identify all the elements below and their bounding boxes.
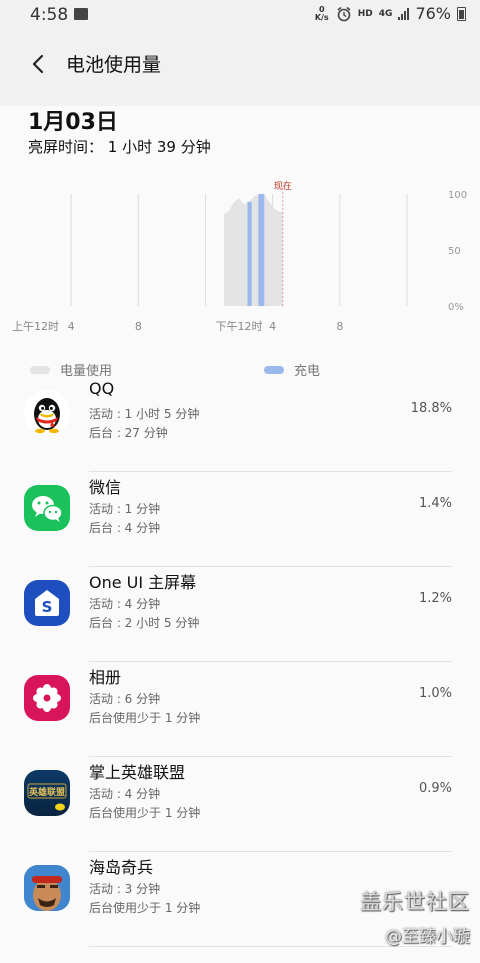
app-background-time: 后台使用少于 1 分钟 [89,806,201,820]
signal-icon [398,7,410,20]
app-active-time: 活动 : 3 分钟 [89,882,161,896]
now-label: 现在 [274,180,292,192]
y-tick-label: 0% [448,302,464,313]
app-name: 掌上英雄联盟 [89,763,186,782]
app-active-time: 活动 : 1 小时 5 分钟 [89,407,200,421]
battery-level-area [223,194,283,306]
x-tick-label: 上午12时 [12,320,59,333]
app-background-time: 后台使用少于 1 分钟 [89,711,201,725]
boom-beach-icon [24,865,70,911]
app-usage-percent: 0.9% [418,781,452,796]
app-row-gallery[interactable]: 相册 活动 : 6 分钟 后台使用少于 1 分钟 1.0% [0,662,480,757]
lol-icon-text: 英雄联盟 [28,786,65,798]
legend-swatch-usage [30,365,50,374]
app-name: 相册 [89,668,122,687]
app-background-time: 后台 : 4 分钟 [89,521,161,535]
image-notification-icon [74,8,88,20]
back-button[interactable] [22,48,54,80]
x-tick-label: 下午12时 [216,320,263,333]
legend-swatch-charging [264,365,284,374]
net-speed: 0 K/s [314,4,329,22]
watermark-site: 盖乐世社区 [360,890,470,914]
app-row-lol[interactable]: 英雄联盟 掌上英雄联盟 活动 : 4 分钟 后台使用少于 1 分钟 0.9% [0,757,480,852]
app-name: 海岛奇兵 [89,858,154,877]
charging-period-bar [247,201,252,306]
gallery-flower-icon [24,675,70,721]
app-usage-percent: 1.4% [418,496,452,511]
app-usage-percent: 1.0% [418,686,452,701]
one-ui-home-icon: S [24,580,70,626]
battery-percent: 76% [415,4,451,23]
x-tick-label: 8 [135,320,142,333]
status-indicators: 0 K/s HD 4G 76% [314,4,466,23]
page-title: 电池使用量 [66,54,162,76]
charging-period-bar [258,194,265,306]
watermark: 盖乐世社区 @至臻小璇 [360,886,470,947]
app-active-time: 活动 : 4 分钟 [89,787,161,801]
svg-text:S: S [42,598,53,616]
app-name: 微信 [89,478,122,497]
app-active-time: 活动 : 6 分钟 [89,692,161,706]
hd-indicator: HD [357,8,373,19]
date-header: 1月03日 [28,110,118,135]
app-row-wechat[interactable]: 微信 活动 : 1 分钟 后台 : 4 分钟 1.4% [0,472,480,567]
y-tick-label: 50 [448,246,461,257]
app-row-qq[interactable]: QQ 活动 : 1 小时 5 分钟 后台 : 27 分钟 18.8% [0,377,480,472]
app-name: One UI 主屏幕 [89,573,197,592]
status-time: 4:58 [30,5,69,25]
wechat-icon [24,485,70,531]
lol-icon: 英雄联盟 [24,770,70,816]
screen-on-time: 亮屏时间： 1 小时 39 分钟 [28,138,211,156]
y-tick-label: 100 [448,190,467,201]
app-row-one-ui-home[interactable]: S One UI 主屏幕 活动 : 4 分钟 后台 : 2 小时 5 分钟 1.… [0,567,480,662]
app-background-time: 后台 : 27 分钟 [89,426,168,440]
x-tick-label: 4 [68,320,75,333]
app-name: QQ [89,379,115,398]
app-background-time: 后台 : 2 小时 5 分钟 [89,616,200,630]
back-arrow-icon [32,54,44,74]
app-active-time: 活动 : 4 分钟 [89,597,161,611]
watermark-author: @至臻小璇 [385,927,470,947]
battery-icon [457,6,466,21]
app-bar: 电池使用量 [0,30,480,106]
status-bar: 4:58 0 K/s HD 4G 76% [0,0,480,30]
alarm-icon [337,6,351,21]
app-active-time: 活动 : 1 分钟 [89,502,161,516]
app-usage-percent: 1.2% [418,591,452,606]
x-tick-label: 4 [269,320,276,333]
app-usage-percent: 18.8% [410,401,452,416]
qq-icon [24,390,70,436]
app-background-time: 后台使用少于 1 分钟 [89,901,201,915]
battery-usage-chart: 现在 100 50 0% 上午12时 4 8 下午12时 4 8 [12,180,467,333]
x-tick-label: 8 [336,320,343,333]
network-type: 4G [378,8,393,19]
